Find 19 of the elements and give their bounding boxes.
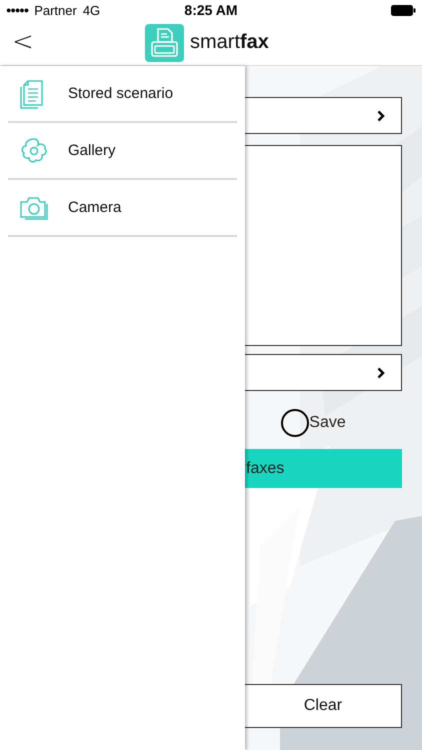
radio-button[interactable]	[281, 409, 310, 437]
fax-logo-icon	[145, 24, 184, 62]
drawer-item[interactable]: Stored scenario	[8, 66, 237, 123]
chevron-right-icon	[377, 110, 385, 122]
dropdown-field[interactable]	[245, 97, 402, 134]
status-time: 8:25 AM	[184, 2, 238, 18]
signal-dots: ●●●●●	[6, 5, 28, 15]
network-type: 4G	[82, 2, 100, 18]
back-button[interactable]: <	[8, 28, 38, 56]
drawer-item[interactable]: Gallery	[8, 123, 237, 180]
drawer-item[interactable]: Camera	[8, 180, 237, 237]
save-label: Save	[309, 414, 346, 432]
clear-button[interactable]: Clear	[245, 684, 402, 728]
dropdown-field[interactable]	[245, 354, 402, 391]
battery-icon	[390, 4, 416, 16]
chevron-right-icon	[377, 366, 385, 378]
carrier-name: Partner	[34, 2, 77, 18]
send-button[interactable]: faxes	[245, 449, 402, 488]
app-name: smartfax	[190, 31, 269, 54]
